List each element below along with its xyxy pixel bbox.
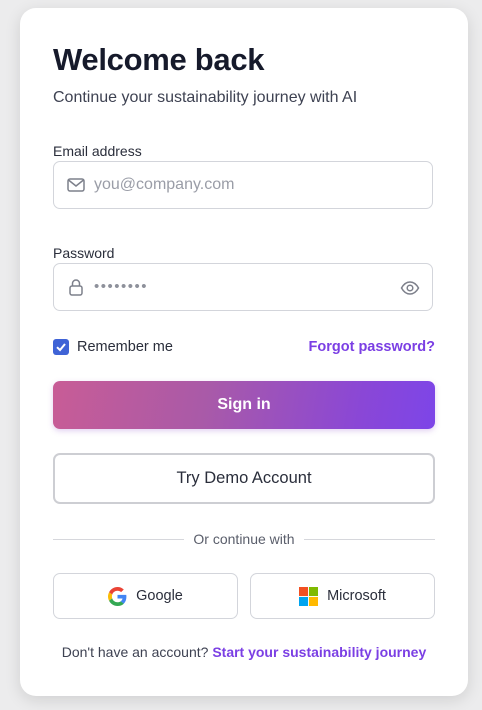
divider-line-right: [303, 538, 436, 540]
signup-prompt-text: Don't have an account?: [61, 644, 209, 660]
login-card: Welcome back Continue your sustainabilit…: [20, 8, 468, 696]
google-icon: [108, 586, 127, 606]
mail-icon: [67, 178, 85, 192]
lock-icon: [69, 279, 83, 296]
eye-icon[interactable]: [400, 278, 420, 298]
divider-text: Or continue with: [193, 531, 295, 547]
remember-checkbox[interactable]: [53, 339, 69, 355]
signup-prompt: Don't have an account? Start your sustai…: [53, 644, 435, 660]
divider-line-left: [53, 538, 185, 540]
remember-me: Remember me: [53, 339, 173, 355]
page-subtitle: Continue your sustainability journey wit…: [53, 89, 358, 106]
email-label: Email address: [53, 143, 142, 159]
password-label: Password: [53, 245, 115, 261]
google-button[interactable]: Google: [53, 573, 238, 619]
divider: Or continue with: [53, 530, 436, 548]
microsoft-icon: [299, 586, 319, 606]
email-input[interactable]: [94, 162, 394, 208]
password-field-wrapper[interactable]: ••••••••: [53, 263, 433, 311]
check-icon: [56, 343, 66, 352]
remember-label: Remember me: [77, 339, 173, 355]
email-field-wrapper: [53, 161, 433, 209]
google-label: Google: [136, 588, 183, 604]
microsoft-button[interactable]: Microsoft: [250, 573, 435, 619]
signup-link[interactable]: Start your sustainability journey: [212, 644, 426, 660]
sign-in-button[interactable]: Sign in: [53, 381, 435, 429]
microsoft-label: Microsoft: [327, 588, 386, 604]
password-input[interactable]: ••••••••: [94, 278, 148, 295]
page-title: Welcome back: [53, 42, 265, 77]
forgot-password-link[interactable]: Forgot password?: [309, 339, 435, 355]
try-demo-button[interactable]: Try Demo Account: [53, 453, 435, 504]
